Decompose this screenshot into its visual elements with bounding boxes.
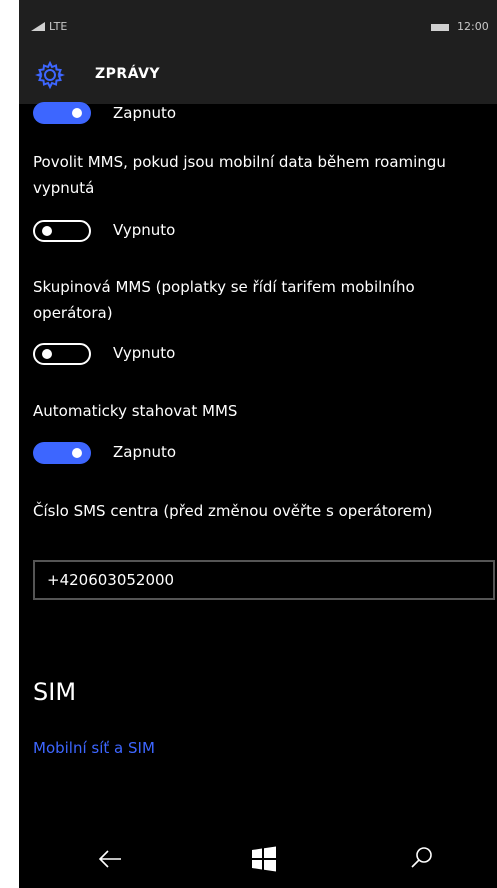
mobile-network-sim-link[interactable]: Mobilní síť a SIM xyxy=(33,739,155,757)
sms-center-label: Číslo SMS centra (před změnou ověřte s o… xyxy=(33,502,433,520)
toggle-knob xyxy=(72,448,82,458)
phone-screen: LTE 12:00 ZPRÁVY Zapnuto Povolit MMS, po… xyxy=(19,0,497,888)
group-mms-label: Skupinová MMS (poplatky se řídí tarifem … xyxy=(33,278,415,322)
sms-center-input[interactable]: +420603052000 xyxy=(33,560,495,600)
top-toggle-switch[interactable] xyxy=(33,102,91,124)
group-mms-state: Vypnuto xyxy=(113,344,176,362)
roaming-mms-label: Povolit MMS, pokud jsou mobilní data běh… xyxy=(33,153,446,197)
toggle-knob xyxy=(42,226,52,236)
app-bar: ZPRÁVY xyxy=(19,48,497,104)
auto-download-mms-label: Automaticky stahovat MMS xyxy=(33,402,238,420)
sms-center-value: +420603052000 xyxy=(47,571,175,589)
sim-section-heading: SIM xyxy=(33,678,77,706)
roaming-mms-toggle[interactable] xyxy=(33,220,91,242)
roaming-mms-state: Vypnuto xyxy=(113,221,176,239)
windows-start-icon[interactable] xyxy=(251,846,277,872)
battery-icon xyxy=(431,24,449,31)
toggle-knob xyxy=(72,108,82,118)
signal-strength-icon xyxy=(31,22,45,31)
auto-download-mms-state: Zapnuto xyxy=(113,443,177,461)
gear-icon xyxy=(35,60,65,90)
back-arrow-icon[interactable] xyxy=(95,844,125,874)
clock: 12:00 xyxy=(457,20,489,33)
toggle-knob xyxy=(42,349,52,359)
status-bar: LTE 12:00 xyxy=(19,0,497,48)
group-mms-toggle[interactable] xyxy=(33,343,91,365)
network-type: LTE xyxy=(49,20,68,33)
search-icon[interactable] xyxy=(407,843,437,873)
top-toggle-state: Zapnuto xyxy=(113,104,177,122)
auto-download-mms-toggle[interactable] xyxy=(33,442,91,464)
page-title: ZPRÁVY xyxy=(95,66,161,82)
navigation-bar xyxy=(19,830,497,888)
